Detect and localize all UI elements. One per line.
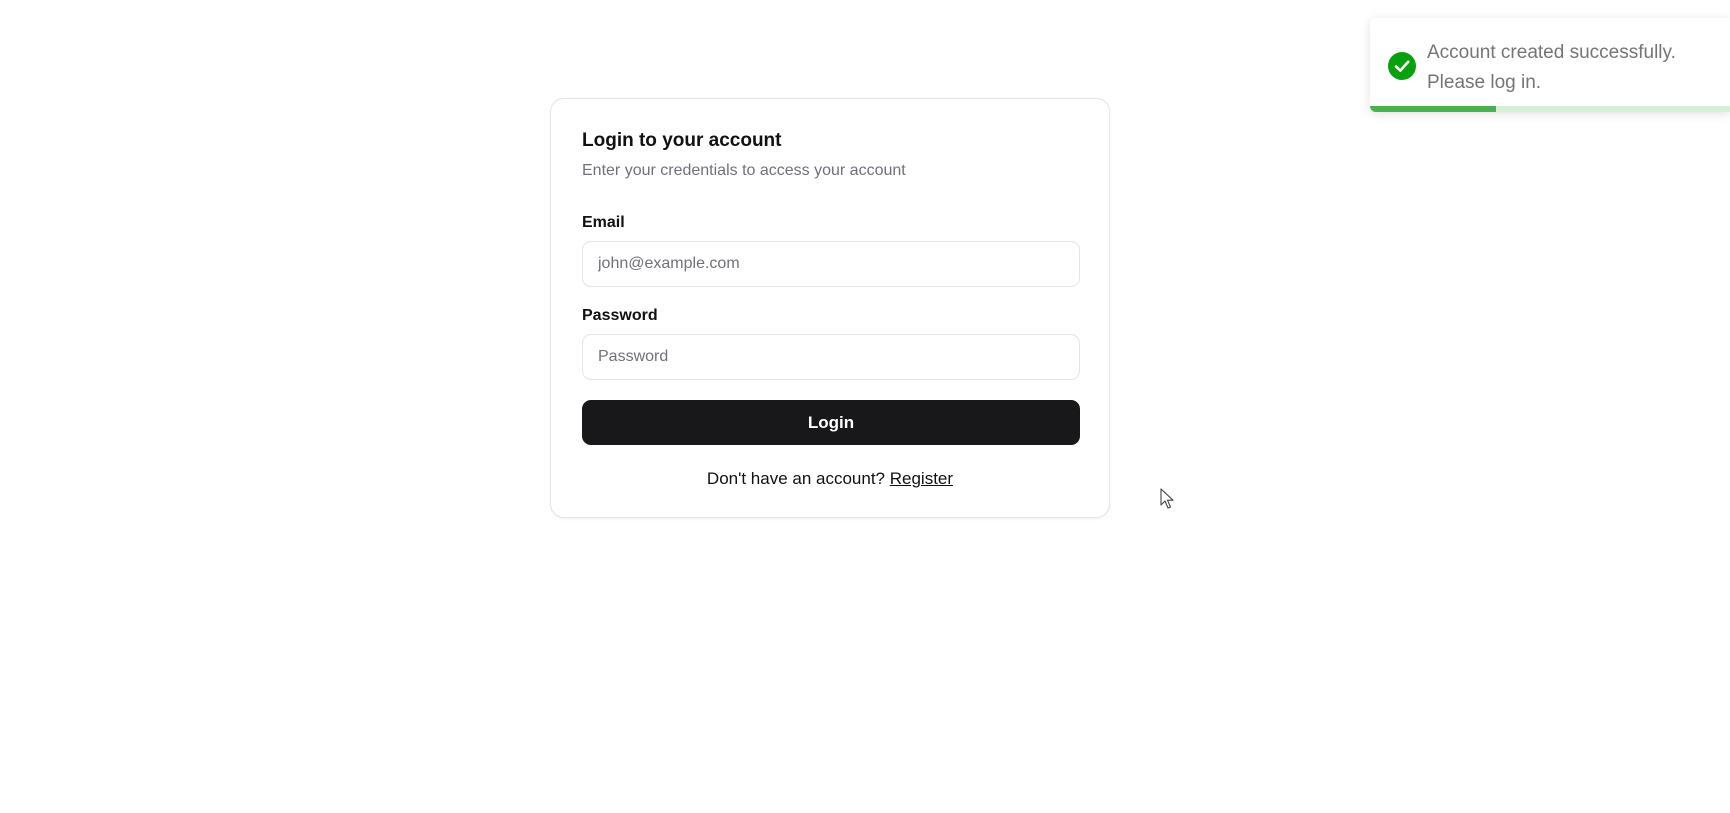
register-link[interactable]: Register: [890, 469, 953, 488]
password-field[interactable]: [582, 334, 1080, 380]
mouse-cursor-icon: [1160, 488, 1174, 509]
register-row: Don't have an account? Register: [582, 469, 1078, 489]
login-button[interactable]: Login: [582, 400, 1080, 445]
login-card: Login to your account Enter your credent…: [550, 98, 1110, 518]
card-subtitle: Enter your credentials to access your ac…: [582, 162, 906, 179]
register-prompt: Don't have an account?: [706, 469, 886, 488]
email-field[interactable]: [582, 241, 1080, 287]
email-label: Email: [582, 214, 625, 231]
toast-message: Account created successfully. Please log…: [1427, 38, 1717, 98]
toast-message-line-2: Please log in.: [1427, 72, 1542, 93]
card-title: Login to your account: [582, 130, 782, 151]
toast-message-line-1: Account created successfully.: [1427, 42, 1676, 63]
toast-progress-track: [1370, 106, 1730, 112]
success-toast[interactable]: Account created successfully. Please log…: [1370, 18, 1730, 112]
check-circle-icon: [1388, 52, 1416, 80]
password-label: Password: [582, 307, 658, 324]
toast-progress-bar: [1370, 106, 1496, 112]
